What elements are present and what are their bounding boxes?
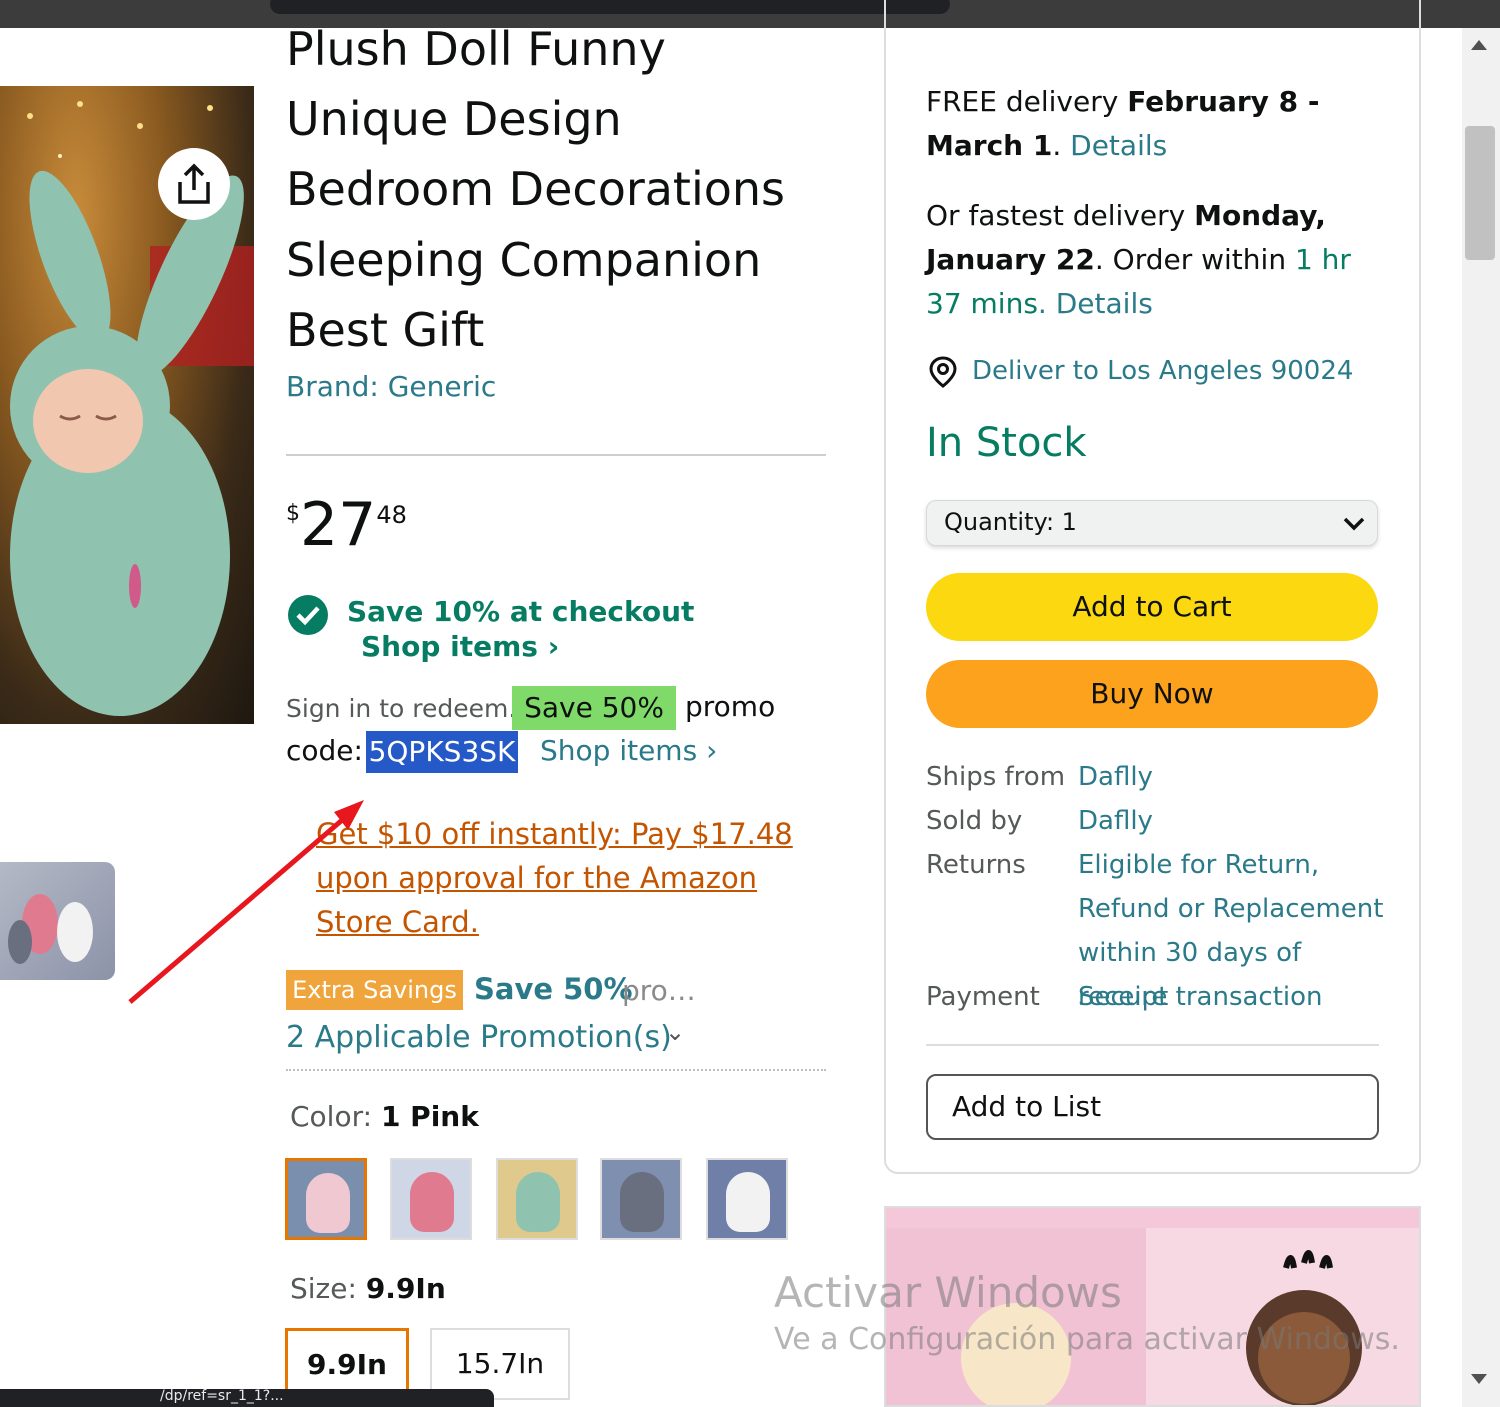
size-label-key: Size: [290, 1272, 357, 1305]
windows-activation-hint: Ve a Configuración para activar Windows. [774, 1322, 1400, 1357]
color-swatch[interactable] [390, 1158, 472, 1240]
extra-savings-badge: Extra Savings [286, 970, 463, 1010]
fastest-delivery-info: Or fastest delivery Monday, January 22. … [926, 199, 1351, 320]
scrollbar-thumb[interactable] [1465, 126, 1495, 260]
color-swatch[interactable] [285, 1158, 367, 1240]
info-key-sold-by: Sold by [926, 806, 1023, 836]
price-whole: 27 [300, 490, 377, 560]
browser-tab-strip [270, 0, 950, 14]
shop-items-link[interactable]: Shop items › [361, 630, 559, 663]
sign-in-to-redeem: Sign in to redeem. [286, 694, 517, 723]
shop-items-link[interactable]: Shop items › [540, 734, 717, 767]
product-main-image[interactable] [0, 86, 254, 724]
stock-status: In Stock [926, 420, 1087, 466]
info-key-ships-from: Ships from [926, 762, 1066, 792]
extra-savings-more: pro… [622, 974, 696, 1007]
delivery-prefix: FREE delivery [926, 85, 1128, 118]
delivery-details-link[interactable]: Details [1070, 129, 1167, 162]
extra-savings-text: Save 50% [474, 972, 633, 1006]
product-title-line: Bedroom Decorations [286, 162, 786, 216]
info-value-payment[interactable]: Secure transaction [1078, 975, 1323, 1019]
promo-badge: Save 50% [512, 686, 676, 730]
checkout-savings-text: Save 10% at checkout [347, 595, 695, 628]
promo-code-label: code: [286, 734, 363, 767]
size-label: Size: 9.9In [290, 1272, 446, 1305]
store-card-offer-link[interactable]: Get $10 off instantly: Pay $17.48 upon a… [316, 812, 796, 944]
deliver-to-link[interactable]: Deliver to Los Angeles 90024 [972, 356, 1353, 386]
product-thumbnail[interactable] [0, 862, 115, 980]
share-button[interactable] [158, 148, 230, 220]
product-title-line: Plush Doll Funny [286, 22, 666, 76]
color-swatch[interactable] [706, 1158, 788, 1240]
status-bar-url: /dp/ref=sr_1_1?... [0, 1389, 494, 1407]
price-symbol: $ [286, 501, 300, 526]
location-pin-icon[interactable] [928, 356, 958, 388]
scroll-down-arrow-icon[interactable] [1471, 1374, 1487, 1384]
color-swatch[interactable] [600, 1158, 682, 1240]
color-label: Color: 1 Pink [290, 1100, 479, 1133]
checkmark-icon [288, 595, 328, 635]
scroll-up-arrow-icon[interactable] [1471, 40, 1487, 50]
divider [286, 454, 826, 456]
info-key-returns: Returns [926, 850, 1026, 880]
promo-text: promo [685, 690, 776, 723]
add-to-list-button[interactable]: Add to List [926, 1074, 1379, 1140]
fastest-prefix: Or fastest delivery [926, 199, 1195, 232]
buy-now-button[interactable]: Buy Now [926, 660, 1378, 728]
delivery-info: FREE delivery February 8 - March 1. Deta… [926, 85, 1320, 162]
info-value-sold-by[interactable]: Daflly [1078, 799, 1153, 843]
price-fraction: 48 [376, 501, 407, 529]
color-swatch[interactable] [496, 1158, 578, 1240]
product-title-line: Unique Design [286, 92, 622, 146]
divider [926, 1044, 1379, 1046]
order-within: . Order within [1094, 243, 1295, 276]
chevron-down-icon[interactable]: ⌄ [665, 1018, 685, 1046]
fastest-details-link[interactable]: Details [1056, 287, 1153, 320]
share-icon [178, 163, 210, 204]
info-value-ships-from[interactable]: Daflly [1078, 755, 1153, 799]
thumbnail-dolls [8, 894, 93, 964]
color-label-key: Color: [290, 1100, 373, 1133]
product-title-line: Sleeping Companion [286, 233, 762, 287]
chevron-down-icon [1343, 517, 1365, 531]
size-value: 9.9In [365, 1272, 446, 1305]
product-title-line: Best Gift [286, 303, 485, 357]
info-key-payment: Payment [926, 982, 1040, 1012]
add-to-cart-button[interactable]: Add to Cart [926, 573, 1378, 641]
applicable-promotions-link[interactable]: 2 Applicable Promotion(s) [286, 1020, 672, 1055]
windows-activation-watermark: Activar Windows [774, 1268, 1122, 1317]
brand-link[interactable]: Brand: Generic [286, 370, 496, 403]
divider [286, 1069, 826, 1071]
quantity-value: Quantity: 1 [944, 508, 1077, 536]
price: $2748 [286, 495, 407, 555]
promo-code-value[interactable]: 5QPKS3SK [366, 731, 518, 773]
color-value: 1 Pink [380, 1100, 479, 1133]
